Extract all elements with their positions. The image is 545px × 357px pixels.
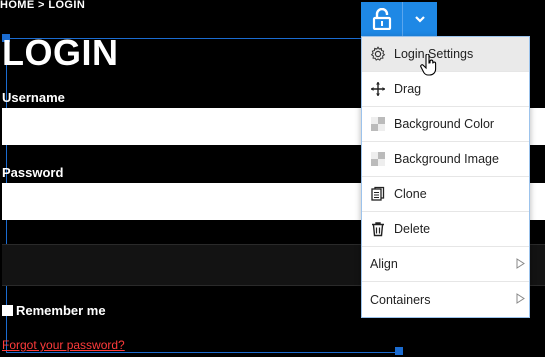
menu-item-delete[interactable]: Delete — [362, 212, 529, 247]
breadcrumb: HOME > LOGIN — [0, 0, 86, 11]
menu-item-background-color[interactable]: Background Color — [362, 107, 529, 142]
toolbar-dropdown-button[interactable] — [403, 2, 437, 36]
menu-item-login-settings[interactable]: Login Settings — [362, 37, 529, 72]
menu-item-label: Drag — [394, 82, 422, 96]
menu-item-label: Align — [370, 257, 398, 271]
lock-button[interactable] — [361, 2, 403, 36]
menu-item-label: Background Image — [394, 152, 499, 166]
menu-item-label: Delete — [394, 222, 431, 236]
checker-icon — [370, 116, 386, 132]
remember-checkbox[interactable] — [2, 305, 13, 316]
remember-me[interactable]: Remember me — [2, 303, 106, 318]
menu-item-label: Background Color — [394, 117, 495, 131]
forgot-password-link[interactable]: Forgot your password? — [2, 338, 125, 352]
gear-icon — [370, 46, 386, 62]
username-label: Username — [2, 90, 65, 105]
unlocked-padlock-icon — [372, 8, 391, 30]
remember-label: Remember me — [16, 303, 106, 318]
move-arrows-icon — [370, 81, 386, 97]
clone-icon — [370, 186, 386, 202]
submenu-arrow-icon — [516, 258, 525, 272]
menu-item-clone[interactable]: Clone — [362, 177, 529, 212]
checker-icon — [370, 151, 386, 167]
chevron-down-icon — [415, 16, 425, 23]
menu-item-label: Clone — [394, 187, 427, 201]
menu-item-label: Containers — [370, 292, 431, 307]
element-toolbar — [361, 2, 437, 36]
resize-handle-bottom-center[interactable] — [395, 347, 403, 355]
context-menu: Login Settings Drag Background Color Bac… — [361, 36, 530, 318]
password-label: Password — [2, 165, 64, 180]
menu-item-background-image[interactable]: Background Image — [362, 142, 529, 177]
menu-item-containers[interactable]: Containers — [362, 282, 529, 317]
submenu-arrow-icon — [516, 293, 525, 307]
trash-icon — [370, 221, 386, 237]
page-title: LOGIN — [2, 32, 119, 73]
menu-item-align[interactable]: Align — [362, 247, 529, 282]
menu-item-drag[interactable]: Drag — [362, 72, 529, 107]
hand-cursor-icon — [420, 53, 438, 81]
